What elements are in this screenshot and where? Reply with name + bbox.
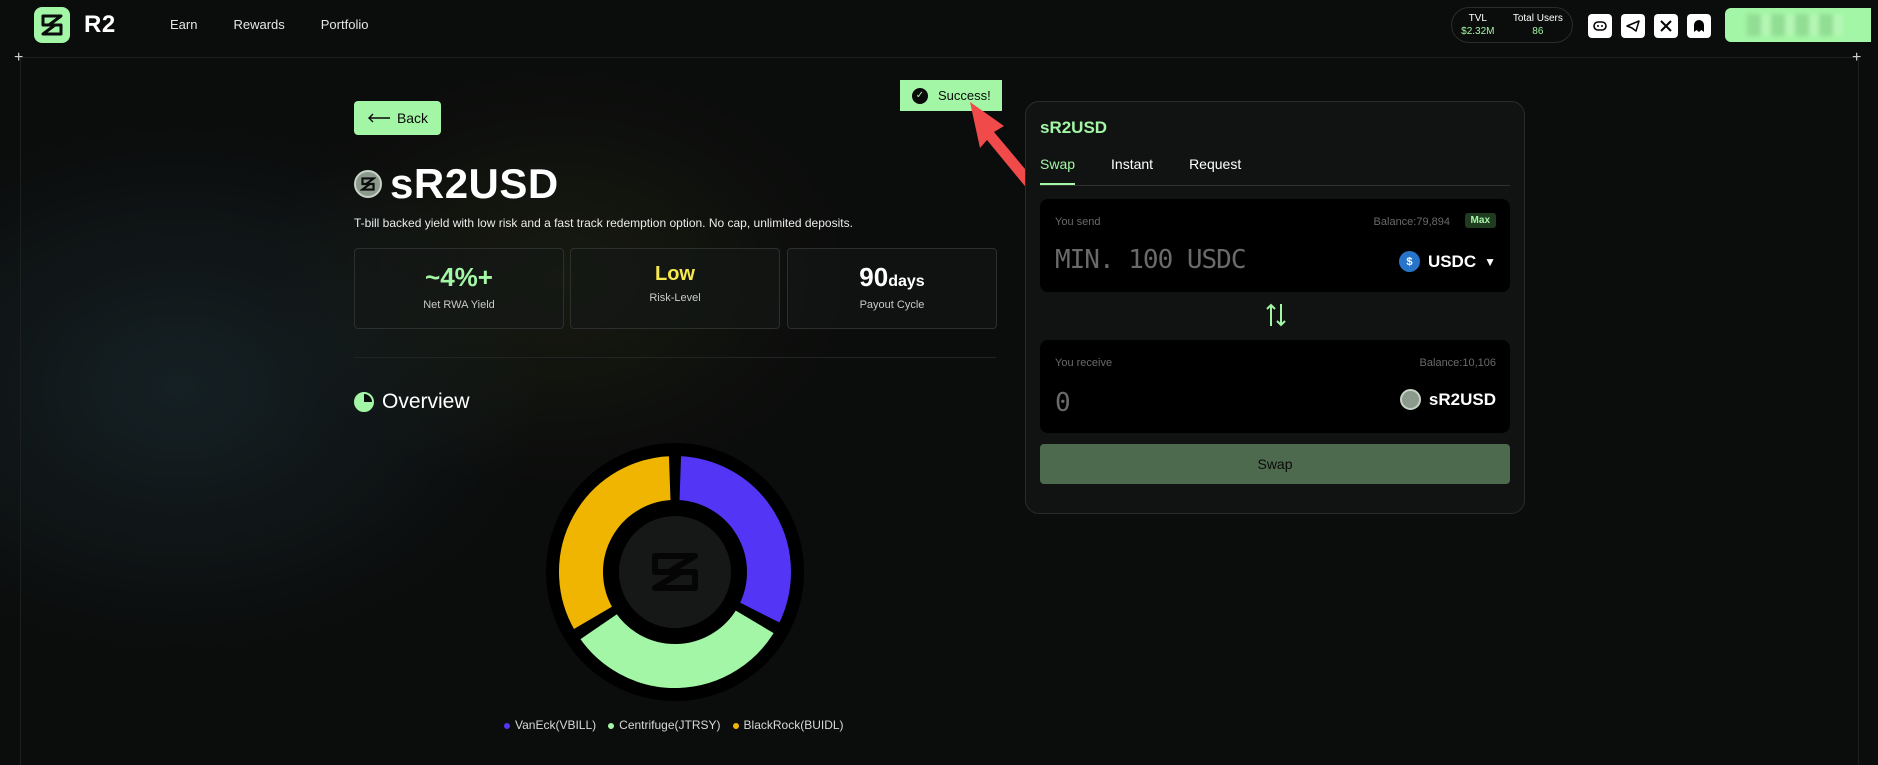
payout-card: 90days Payout Cycle: [787, 248, 997, 329]
legend-item: BlackRock(BUIDL): [732, 718, 844, 732]
pie-chart-icon: [354, 392, 374, 412]
main-nav: Earn Rewards Portfolio: [170, 17, 368, 32]
x-icon[interactable]: [1654, 14, 1678, 38]
connected-wallet-button[interactable]: [1725, 8, 1871, 42]
back-button[interactable]: Back: [354, 101, 441, 135]
legend-label: BlackRock(BUIDL): [743, 718, 844, 732]
swap-submit-button[interactable]: Swap: [1040, 444, 1510, 484]
platform-stats: TVL $2.32M Total Users 86: [1451, 7, 1573, 43]
tab-instant[interactable]: Instant: [1111, 156, 1153, 185]
overview-heading: Overview: [354, 390, 470, 414]
send-asset-selector[interactable]: $ USDC ▼: [1398, 251, 1496, 272]
send-box: You send Balance:79,894 Max MIN. 100 USD…: [1040, 199, 1510, 292]
receive-box: You receive Balance:10,106 0 sR2USD: [1040, 340, 1510, 433]
sr2usd-icon: [1399, 389, 1421, 410]
total-users-label: Total Users: [1512, 13, 1563, 24]
product-heading: sR2USD: [354, 160, 559, 208]
brand-name[interactable]: R2: [84, 11, 116, 39]
send-asset-label: USDC: [1427, 251, 1477, 271]
overview-title: Overview: [382, 390, 470, 413]
r2-logo-icon[interactable]: [34, 7, 70, 43]
section-divider: [354, 357, 996, 358]
legend-label: VanEck(VBILL): [515, 718, 597, 732]
swap-panel-title: sR2USD: [1040, 118, 1108, 137]
social-links: [1588, 14, 1711, 38]
back-label: Back: [396, 110, 429, 126]
send-amount-input[interactable]: MIN. 100 USDC: [1055, 245, 1246, 275]
nav-portfolio[interactable]: Portfolio: [321, 17, 369, 32]
legend-dot: [732, 722, 739, 729]
tvl-value: $2.32M: [1461, 26, 1495, 37]
receive-balance: Balance:10,106: [1419, 357, 1496, 369]
background-glow: [0, 58, 1878, 765]
swap-tabs: Swap Instant Request: [1040, 156, 1241, 185]
payout-value-wrap: 90days: [788, 262, 996, 293]
tvl-label: TVL: [1468, 13, 1487, 24]
yield-value: ~4%+: [425, 262, 493, 292]
risk-card: Low Risk-Level: [570, 248, 780, 329]
frame-left-line: [20, 58, 21, 765]
payout-label: Payout Cycle: [859, 299, 925, 311]
yield-card: ~4%+ Net RWA Yield: [354, 248, 564, 329]
risk-value: Low: [655, 263, 695, 285]
tab-request[interactable]: Request: [1189, 156, 1241, 185]
tabs-underline: [1040, 185, 1510, 186]
product-description: T-bill backed yield with low risk and a …: [354, 216, 853, 230]
nav-earn[interactable]: Earn: [170, 17, 197, 32]
chart-legend: VanEck(VBILL) Centrifuge(JTRSY) BlackRock(…: [504, 718, 844, 732]
switch-direction-icon[interactable]: [1265, 302, 1287, 330]
total-users-value: 86: [1532, 26, 1544, 37]
usdc-icon: $: [1398, 251, 1420, 272]
payout-unit: days: [888, 273, 925, 290]
corner-plus-icon: +: [14, 49, 24, 66]
receive-label: You receive: [1055, 357, 1113, 369]
chevron-down-icon: ▼: [1484, 254, 1496, 269]
legend-item: Centrifuge(JTRSY): [608, 718, 721, 732]
tab-swap[interactable]: Swap: [1040, 156, 1076, 185]
arrow-left-icon: [367, 113, 390, 123]
send-label: You send: [1055, 216, 1101, 228]
telegram-icon[interactable]: [1621, 14, 1645, 38]
legend-item: VanEck(VBILL): [504, 718, 596, 732]
nav-rewards[interactable]: Rewards: [233, 17, 284, 32]
legend-label: Centrifuge(JTRSY): [619, 718, 721, 732]
top-navbar: R2 Earn Rewards Portfolio TVL $2.32M Tot…: [0, 0, 1878, 50]
allocation-donut-chart: [546, 443, 804, 701]
receive-asset-label: sR2USD: [1428, 389, 1496, 409]
receive-amount: 0: [1055, 388, 1071, 418]
legend-dot: [608, 722, 615, 729]
legend-dot: [504, 722, 510, 729]
wallet-address-redacted: [1747, 14, 1843, 36]
max-button[interactable]: Max: [1464, 213, 1496, 228]
corner-plus-icon: +: [1852, 49, 1862, 66]
payout-value: 90: [859, 262, 889, 292]
frame-right-line: [1858, 58, 1859, 765]
sr2usd-token-icon: [354, 170, 382, 198]
product-title: sR2USD: [390, 160, 559, 207]
check-icon: ✓: [912, 87, 928, 104]
frame-top-line: [20, 57, 1858, 58]
send-balance: Balance:79,894: [1373, 216, 1450, 228]
ghost-icon[interactable]: [1687, 14, 1711, 38]
risk-label: Risk-Level: [649, 292, 701, 304]
receive-asset: sR2USD: [1399, 389, 1496, 410]
yield-label: Net RWA Yield: [423, 299, 495, 311]
discord-icon[interactable]: [1588, 14, 1612, 38]
